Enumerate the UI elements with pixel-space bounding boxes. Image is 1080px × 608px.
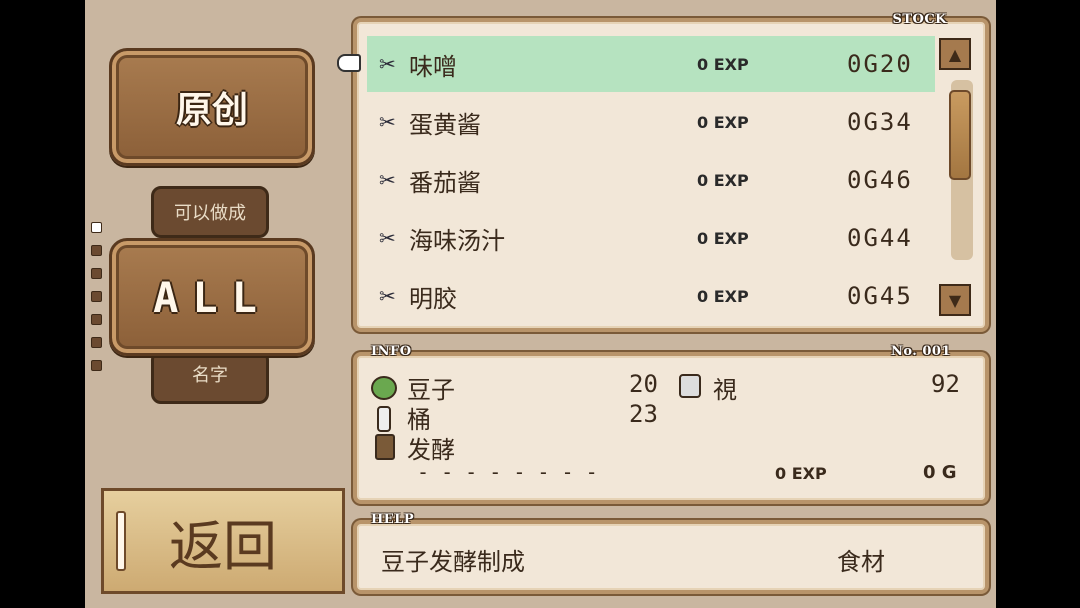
info-tag: INFO — [371, 344, 412, 359]
hand-pointer-icon — [337, 54, 361, 72]
recipe-exp: 0 EXP — [697, 228, 749, 248]
recipe-row[interactable]: ✂ 味噌 0 EXP 0G20 — [367, 36, 935, 92]
filter-bottom-label: 名字 — [192, 365, 228, 386]
utensils-icon: ✂ — [379, 168, 396, 192]
page-dot — [91, 291, 102, 302]
help-panel: HELP 豆子发酵制成 食材 — [353, 512, 989, 594]
recipe-gold: 0G46 — [847, 166, 913, 194]
triangle-down-icon: ▼ — [948, 290, 962, 310]
ingredient-qty: 23 — [629, 400, 658, 428]
recipe-name: 蛋黄酱 — [409, 110, 481, 139]
scroll-up-button[interactable]: ▲ — [939, 38, 971, 70]
recipe-gold: 0G20 — [847, 50, 913, 78]
triangle-up-icon: ▲ — [948, 44, 962, 64]
filter-top-label: 可以做成 — [174, 203, 246, 224]
recipe-row[interactable]: ✂ 番茄酱 0 EXP 0G46 — [367, 152, 935, 208]
recipe-exp: 0 EXP — [697, 112, 749, 132]
recipe-exp: 0 EXP — [697, 54, 749, 74]
dashes: - - - - - - - - — [417, 460, 598, 484]
stat-label: 視 — [713, 376, 737, 404]
bean-icon — [371, 376, 397, 400]
recipe-gold: 0G44 — [847, 224, 913, 252]
return-handle-icon — [116, 511, 126, 571]
recipe-row[interactable]: ✂ 海味汤汁 0 EXP 0G44 — [367, 210, 935, 266]
stat-value: 92 — [931, 370, 960, 398]
recipe-name: 海味汤汁 — [409, 226, 505, 255]
scroll-down-button[interactable]: ▼ — [939, 284, 971, 316]
page-dot — [91, 314, 102, 325]
mode-button[interactable]: 原创 — [109, 48, 315, 166]
page-dot — [91, 337, 102, 348]
info-exp: 0 EXP — [775, 464, 827, 483]
return-button[interactable]: 返回 — [101, 488, 345, 594]
info-panel: INFO No. 001 豆子 20 桶 23 发酵 視 92 - - - - … — [353, 344, 989, 504]
recipe-number: No. 001 — [890, 344, 951, 359]
seasoning-icon — [679, 374, 701, 398]
barrel-icon — [377, 406, 391, 432]
page-dot — [91, 268, 102, 279]
recipe-name: 味噌 — [409, 52, 457, 81]
mode-button-label: 原创 — [175, 90, 248, 131]
page-dot — [91, 245, 102, 256]
utensils-icon: ✂ — [379, 226, 396, 250]
recipe-row[interactable]: ✂ 明胶 0 EXP 0G45 — [367, 268, 935, 324]
recipe-name: 明胶 — [409, 284, 457, 313]
stock-tag: STOCK — [892, 12, 947, 27]
return-button-label: 返回 — [169, 514, 277, 578]
filter-value: ALL — [153, 272, 271, 322]
recipe-exp: 0 EXP — [697, 170, 749, 190]
recipe-exp: 0 EXP — [697, 286, 749, 306]
info-gold: 0 G — [923, 462, 957, 483]
help-tag: HELP — [371, 512, 415, 527]
filter-top-tab[interactable]: 可以做成 — [151, 186, 269, 238]
recipe-gold: 0G45 — [847, 282, 913, 310]
scrollbar-thumb[interactable] — [949, 90, 971, 180]
stock-panel: STOCK ✂ 味噌 0 EXP 0G20 ✂ 蛋黄酱 0 EXP 0G34 ✂… — [353, 12, 989, 332]
help-text: 豆子发酵制成 — [381, 548, 525, 576]
ingredient-qty: 20 — [629, 370, 658, 398]
game-screen: 原创 可以做成 名字 ALL 返回 STOCK ✂ 味噌 0 EXP 0G20 … — [85, 0, 996, 608]
utensils-icon: ✂ — [379, 52, 396, 76]
recipe-name: 番茄酱 — [409, 168, 481, 197]
page-dot — [91, 222, 102, 233]
filter-button[interactable]: ALL — [109, 238, 315, 356]
recipe-gold: 0G34 — [847, 108, 913, 136]
jar-icon — [375, 434, 395, 460]
utensils-icon: ✂ — [379, 284, 396, 308]
filter-bottom-tab[interactable]: 名字 — [151, 350, 269, 404]
utensils-icon: ✂ — [379, 110, 396, 134]
help-category: 食材 — [837, 548, 885, 576]
page-dot — [91, 360, 102, 371]
recipe-row[interactable]: ✂ 蛋黄酱 0 EXP 0G34 — [367, 94, 935, 150]
